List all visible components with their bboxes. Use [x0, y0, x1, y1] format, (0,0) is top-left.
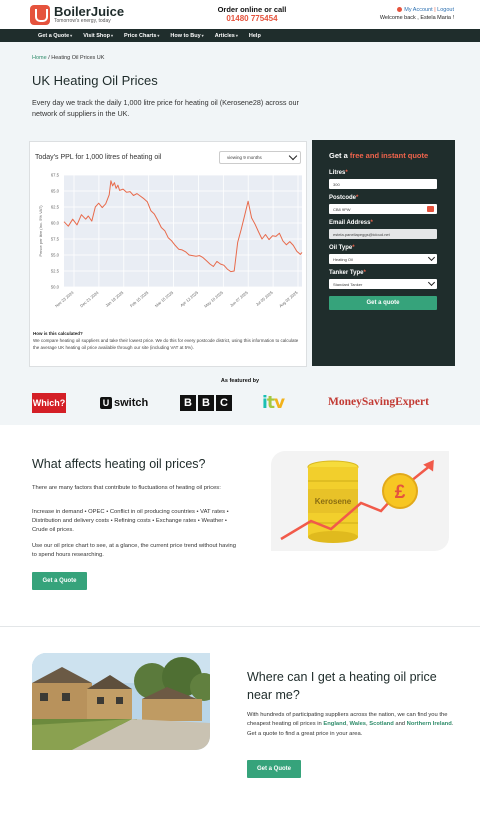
y-tick-label: 67.5 — [51, 173, 60, 178]
y-tick-label: 65.0 — [51, 189, 60, 194]
featured-label: As featured by — [220, 378, 260, 384]
price-line-chart: 67.5 65.0 62.5 60.0 57.5 55.0 52.5 50.0 Pence pe… — [38, 173, 303, 309]
get-quote-button[interactable]: Get a quote — [329, 296, 437, 310]
email-input[interactable]: estela.paneliapeggs@icloud.net — [329, 229, 437, 239]
litres-input[interactable]: 300 — [329, 179, 437, 189]
my-account-link[interactable]: My Account — [404, 7, 432, 13]
affects-chart-text: Use our oil price chart to see, at a gla… — [32, 543, 236, 558]
main-nav: Get a Quote ▾ Visit Shop ▾ Price Charts ▾ H… — [0, 29, 480, 42]
mse-logo: MoneySavingExpert — [328, 396, 429, 408]
how-calculated-text: We compare heating oil suppliers and tak… — [33, 338, 299, 350]
northern-ireland-link[interactable]: Northern Ireland — [407, 721, 452, 727]
how-calculated-title: How is this calculated? — [33, 331, 83, 336]
litres-label: Litres* — [329, 170, 348, 176]
quote-panel: Get a free and instant quote Litres* 300… — [312, 140, 455, 366]
tanker-type-label: Tanker Type* — [329, 270, 366, 276]
nav-how-to-buy[interactable]: How to Buy ▾ — [170, 33, 203, 39]
nav-visit-shop[interactable]: Visit Shop ▾ — [83, 33, 113, 39]
x-tick-label: Nov 23 2024 — [54, 289, 75, 308]
breadcrumb-current: Heating Oil Prices UK — [51, 55, 105, 61]
england-link[interactable]: England — [323, 721, 346, 727]
chevron-down-icon: ▾ — [70, 33, 73, 38]
chart-title: Today's PPL for 1,000 litres of heating … — [35, 154, 162, 161]
nav-price-charts[interactable]: Price Charts ▾ — [124, 33, 159, 39]
bbc-logo: BBC — [180, 395, 232, 411]
affects-factors: Increase in demand • OPEC • Conflict in … — [32, 509, 229, 533]
oil-type-label: Oil Type* — [329, 245, 355, 251]
itv-logo: itv — [262, 393, 285, 413]
featured-logos: Which? Uswitch BBC itv MoneySavingExpert — [32, 393, 452, 413]
x-tick-label: Jul 05 2025 — [255, 289, 275, 307]
plot-area — [64, 175, 302, 287]
brand-name: BoilerJuice — [54, 4, 125, 19]
breadcrumb: Home / Heating Oil Prices UK — [32, 55, 105, 61]
y-tick-label: 62.5 — [51, 205, 60, 210]
intro-text: Every day we track the daily 1,000 litre… — [32, 98, 299, 118]
x-tick-label: Jan 18 2025 — [104, 289, 125, 307]
location-icon[interactable] — [427, 206, 434, 212]
order-contact: Order online or call 01480 775454 — [217, 4, 287, 24]
brand-logo[interactable]: BoilerJuice Tomorrow's energy, today — [30, 4, 125, 25]
oil-type-select[interactable]: Heating Oil — [329, 253, 437, 264]
affects-intro: There are many factors that contribute t… — [32, 485, 221, 491]
chevron-down-icon — [427, 253, 436, 262]
section-divider — [0, 626, 480, 627]
kerosene-text: Kerosene — [315, 497, 352, 506]
tanker-type-select[interactable]: Standard Tanker — [329, 278, 437, 289]
chevron-down-icon: ▾ — [235, 33, 238, 38]
welcome-text: Welcome back , Estela Maria ! — [379, 14, 454, 21]
pound-icon: £ — [395, 482, 406, 503]
period-select[interactable]: viewing 9 months — [219, 151, 301, 164]
x-tick-label: Dec 21 2024 — [79, 289, 100, 308]
x-tick-label: Apr 12 2025 — [179, 289, 200, 307]
y-tick-label: 55.0 — [51, 253, 60, 258]
logo-icon — [30, 4, 50, 25]
x-tick-label: Mar 15 2025 — [154, 289, 175, 308]
uswitch-logo: Uswitch — [100, 397, 148, 409]
order-title: Order online or call — [217, 4, 287, 14]
get-a-quote-button-2[interactable]: Get a Quote — [247, 760, 301, 778]
account-area: My Account | Logout Welcome back , Estel… — [379, 6, 454, 21]
user-icon — [397, 6, 403, 12]
oil-price-illustration: Kerosene £ — [271, 451, 449, 551]
chevron-down-icon: ▾ — [157, 33, 160, 38]
y-tick-label: 57.5 — [51, 237, 60, 242]
chevron-down-icon: ▾ — [201, 33, 204, 38]
postcode-label: Postcode* — [329, 195, 359, 201]
brand-tagline: Tomorrow's energy, today — [54, 18, 111, 24]
logout-link[interactable]: Logout — [437, 7, 454, 13]
near-me-text: With hundreds of participating suppliers… — [247, 712, 454, 737]
near-me-title: Where can I get a heating oil price near… — [247, 670, 437, 703]
x-tick-label: Feb 15 2025 — [129, 289, 150, 308]
y-tick-label: 52.5 — [51, 269, 60, 274]
y-tick-label: 50.0 — [51, 285, 60, 290]
breadcrumb-home[interactable]: Home — [32, 55, 47, 61]
y-axis-label: Pence per litre (Inc. 5% VAT) — [38, 205, 43, 257]
nav-get-a-quote[interactable]: Get a Quote ▾ — [38, 33, 72, 39]
x-tick-label: Aug 02 2025 — [278, 289, 299, 308]
quote-title: Get a free and instant quote — [329, 151, 429, 160]
chevron-down-icon — [288, 151, 298, 161]
nav-articles[interactable]: Articles ▾ — [215, 33, 238, 39]
x-tick-label: May 10 2025 — [203, 289, 225, 308]
nav-help[interactable]: Help — [249, 33, 261, 39]
top-header: BoilerJuice Tomorrow's energy, today Ord… — [0, 0, 480, 29]
village-photo — [32, 653, 210, 750]
wales-link[interactable]: Wales — [349, 721, 366, 727]
email-label: Email Address* — [329, 220, 373, 226]
scotland-link[interactable]: Scotland — [369, 721, 393, 727]
village-street-image — [32, 653, 210, 750]
y-tick-label: 60.0 — [51, 221, 60, 226]
get-a-quote-button-1[interactable]: Get a Quote — [32, 572, 87, 590]
price-chart-card: Today's PPL for 1,000 litres of heating … — [29, 141, 307, 367]
chevron-down-icon — [427, 278, 436, 287]
which-logo: Which? — [32, 393, 66, 413]
barrel-chart-illustration: Kerosene £ — [280, 459, 434, 543]
affects-title: What affects heating oil prices? — [32, 457, 206, 471]
chevron-down-icon: ▾ — [110, 33, 113, 38]
phone-link[interactable]: 01480 775454 — [218, 14, 287, 23]
postcode-input[interactable]: CB8 9PW — [329, 204, 437, 214]
x-tick-label: Jun 07 2025 — [229, 289, 250, 307]
page-title: UK Heating Oil Prices — [32, 73, 158, 88]
